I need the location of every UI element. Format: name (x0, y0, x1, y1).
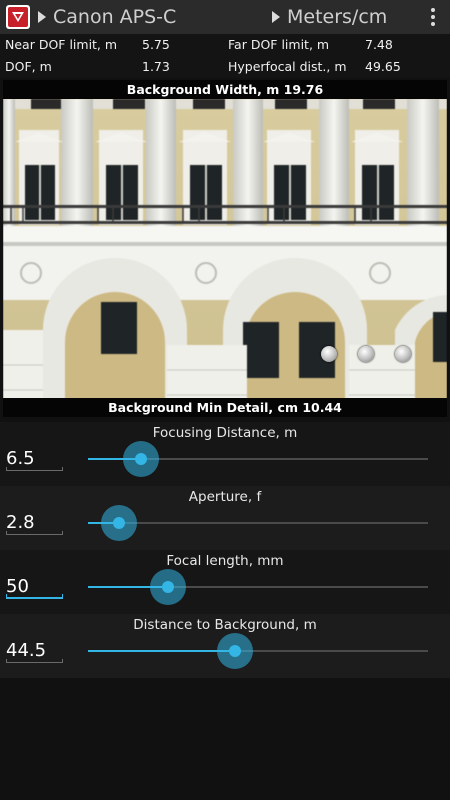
slider-fill (88, 650, 235, 652)
slider-title: Distance to Background, m (133, 617, 317, 633)
focusing-distance-control: Focusing Distance, m 6.5 (0, 422, 450, 486)
results-row: Near DOF limit, m 5.75 Far DOF limit, m … (0, 34, 450, 56)
building-facade-image (3, 80, 447, 417)
aperture-slider[interactable] (88, 505, 428, 541)
triangle-right-icon (38, 11, 46, 23)
results-panel: Near DOF limit, m 5.75 Far DOF limit, m … (0, 34, 450, 78)
slider-title: Focal length, mm (166, 553, 284, 569)
overflow-menu-icon[interactable] (430, 8, 436, 26)
aperture-control: Aperture, f 2.8 (0, 486, 450, 550)
detail-dot-icon (358, 346, 374, 362)
near-dof-label: Near DOF limit, m (5, 37, 118, 52)
slider-thumb[interactable] (100, 505, 137, 541)
dof-label: DOF, m (5, 59, 52, 74)
far-dof-label: Far DOF limit, m (228, 37, 330, 52)
near-dof-value: 5.75 (142, 37, 170, 52)
focusing-distance-input[interactable]: 6.5 (6, 445, 63, 471)
distance-to-background-input[interactable]: 44.5 (6, 637, 63, 663)
slider-thumb[interactable] (216, 633, 253, 669)
hyperfocal-label: Hyperfocal dist., m (228, 59, 347, 74)
distance-to-background-slider[interactable] (88, 633, 428, 669)
results-row: DOF, m 1.73 Hyperfocal dist., m 49.65 (0, 56, 450, 78)
slider-title: Focusing Distance, m (152, 425, 298, 441)
units-selector[interactable]: Meters/cm (272, 0, 387, 34)
detail-dot-icon (395, 346, 411, 362)
slider-thumb[interactable] (149, 569, 186, 605)
focal-length-slider[interactable] (88, 569, 428, 605)
units-selector-label: Meters/cm (287, 6, 388, 28)
triangle-right-icon (272, 11, 280, 23)
focusing-distance-slider[interactable] (88, 441, 428, 477)
detail-dot-icon (321, 346, 337, 362)
focal-length-control: Focal length, mm 50 (0, 550, 450, 614)
background-min-detail-caption: Background Min Detail, cm 10.44 (3, 398, 447, 417)
background-preview[interactable]: Background Width, m 19.76 Background Min… (3, 80, 447, 417)
background-width-caption: Background Width, m 19.76 (3, 80, 447, 99)
slider-thumb[interactable] (122, 441, 159, 477)
focal-length-input[interactable]: 50 (6, 573, 63, 599)
far-dof-value: 7.48 (365, 37, 393, 52)
action-bar: Canon APS-C Meters/cm (0, 0, 450, 34)
camera-selector-label: Canon APS-C (53, 6, 177, 28)
dof-value: 1.73 (142, 59, 170, 74)
hyperfocal-value: 49.65 (365, 59, 401, 74)
app-logo-icon[interactable] (6, 5, 30, 29)
distance-to-background-control: Distance to Background, m 44.5 (0, 614, 450, 678)
aperture-input[interactable]: 2.8 (6, 509, 63, 535)
slider-title: Aperture, f (188, 489, 262, 505)
camera-selector[interactable]: Canon APS-C (38, 0, 176, 34)
